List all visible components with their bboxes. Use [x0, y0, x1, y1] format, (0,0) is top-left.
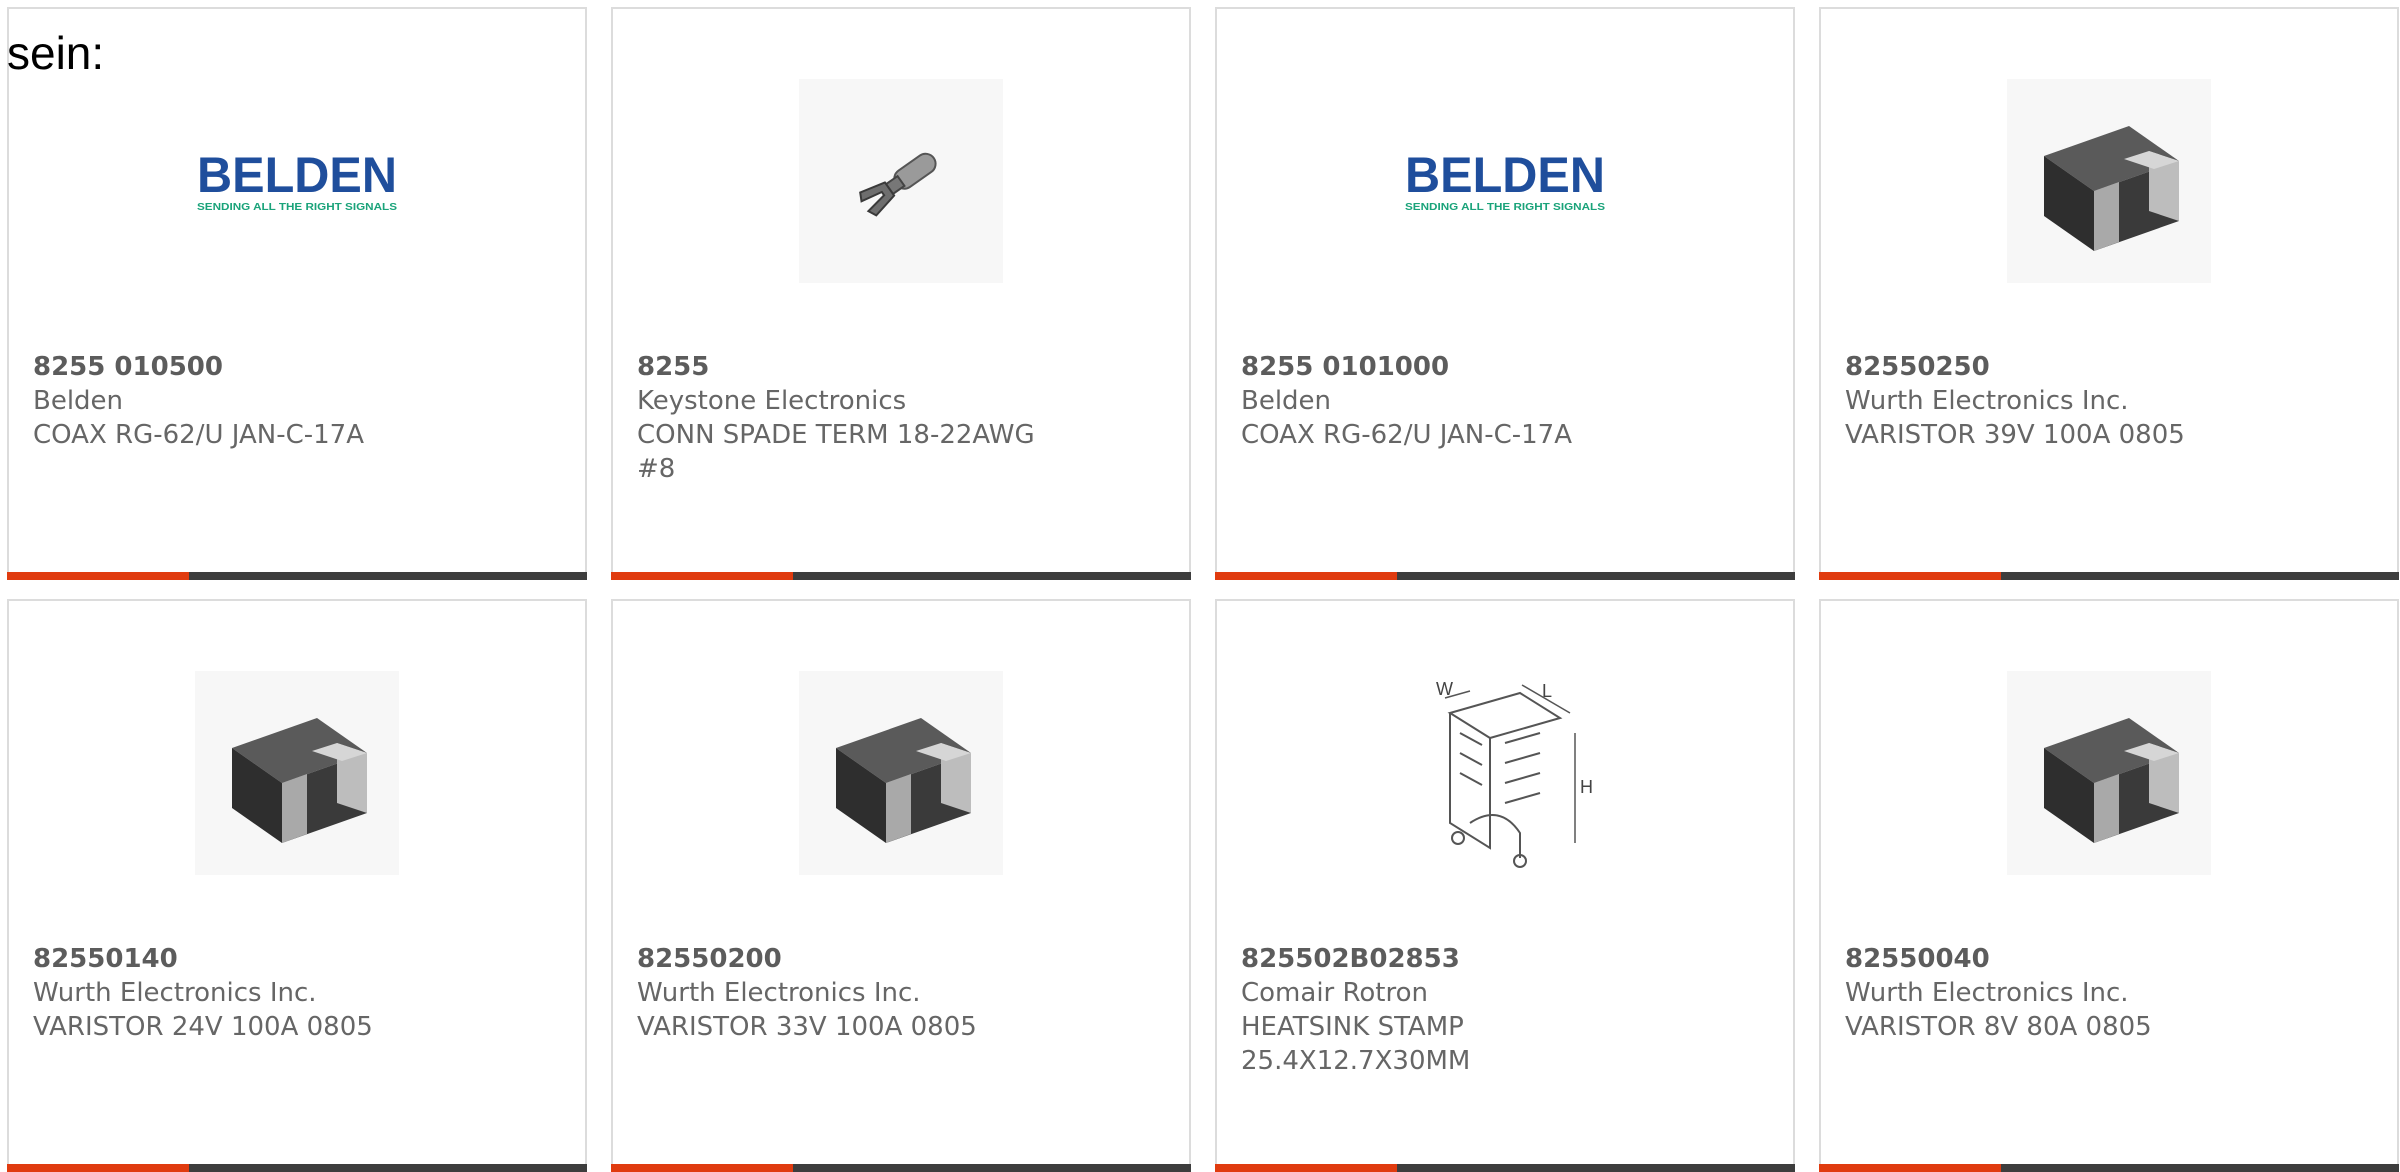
svg-text:SENDING ALL THE RIGHT SIGNALS: SENDING ALL THE RIGHT SIGNALS: [1405, 202, 1605, 213]
product-image: BELDEN SENDING ALL THE RIGHT SIGNALS: [1403, 79, 1607, 283]
part-number[interactable]: 82550040: [1845, 942, 2373, 976]
product-card[interactable]: BELDEN SENDING ALL THE RIGHT SIGNALS 825…: [7, 7, 587, 580]
card-accent-bar: [611, 1164, 793, 1172]
card-footer-bar: [1819, 572, 2399, 580]
smd-chip-icon: [836, 718, 971, 843]
product-image: BELDEN SENDING ALL THE RIGHT SIGNALS: [195, 79, 399, 283]
manufacturer: Wurth Electronics Inc.: [33, 978, 317, 1008]
manufacturer: Wurth Electronics Inc.: [1845, 978, 2129, 1008]
manufacturer: Wurth Electronics Inc.: [1845, 386, 2129, 416]
product-card[interactable]: 8255 Keystone Electronics CONN SPADE TER…: [611, 7, 1191, 580]
part-number[interactable]: 8255 0101000: [1241, 350, 1769, 384]
product-image: [799, 671, 1003, 875]
svg-text:W: W: [1436, 679, 1453, 699]
part-number[interactable]: 825502B02853: [1241, 942, 1769, 976]
product-description: VARISTOR 8V 80A 0805: [1845, 1012, 2152, 1042]
product-description: CONN SPADE TERM 18-22AWG #8: [637, 420, 1035, 484]
product-info: 8255 Keystone Electronics CONN SPADE TER…: [637, 350, 1165, 486]
card-accent-bar: [1215, 572, 1397, 580]
smd-chip-icon: [2044, 718, 2179, 843]
card-footer-bar: [7, 1164, 587, 1172]
manufacturer: Comair Rotron: [1241, 978, 1429, 1008]
product-description: VARISTOR 24V 100A 0805: [33, 1012, 373, 1042]
card-accent-bar: [7, 572, 189, 580]
svg-text:H: H: [1580, 777, 1593, 797]
manufacturer: Belden: [1241, 386, 1332, 416]
card-footer-bar: [1215, 572, 1795, 580]
card-footer-bar: [1819, 1164, 2399, 1172]
product-image: [2007, 671, 2211, 875]
card-accent-bar: [1819, 1164, 2001, 1172]
product-info: 82550140 Wurth Electronics Inc. VARISTOR…: [33, 942, 561, 1044]
svg-text:SENDING ALL THE RIGHT SIGNALS: SENDING ALL THE RIGHT SIGNALS: [197, 202, 397, 213]
product-card[interactable]: 82550140 Wurth Electronics Inc. VARISTOR…: [7, 599, 587, 1172]
smd-chip-icon: [2044, 126, 2179, 251]
card-footer-bar: [611, 1164, 1191, 1172]
svg-text:L: L: [1542, 681, 1552, 701]
product-card[interactable]: 82550200 Wurth Electronics Inc. VARISTOR…: [611, 599, 1191, 1172]
product-image: [195, 671, 399, 875]
product-card[interactable]: 82550250 Wurth Electronics Inc. VARISTOR…: [1819, 7, 2399, 580]
product-image: [2007, 79, 2211, 283]
product-image: [799, 79, 1003, 283]
product-info: 8255 010500 Belden COAX RG-62/U JAN-C-17…: [33, 350, 561, 452]
manufacturer: Wurth Electronics Inc.: [637, 978, 921, 1008]
svg-text:BELDEN: BELDEN: [197, 147, 397, 203]
manufacturer: Belden: [33, 386, 124, 416]
product-description: COAX RG-62/U JAN-C-17A: [33, 420, 364, 450]
product-description: HEATSINK STAMP 25.4X12.7X30MM: [1241, 1012, 1471, 1076]
spade-terminal-icon: [859, 152, 937, 217]
card-footer-bar: [611, 572, 1191, 580]
card-accent-bar: [1215, 1164, 1397, 1172]
part-number[interactable]: 82550200: [637, 942, 1165, 976]
svg-text:BELDEN: BELDEN: [1405, 147, 1605, 203]
card-footer-bar: [1215, 1164, 1795, 1172]
product-info: 8255 0101000 Belden COAX RG-62/U JAN-C-1…: [1241, 350, 1769, 452]
product-info: 825502B02853 Comair Rotron HEATSINK STAM…: [1241, 942, 1769, 1078]
product-info: 82550040 Wurth Electronics Inc. VARISTOR…: [1845, 942, 2373, 1044]
heatsink-drawing-icon: W L H: [1436, 679, 1593, 868]
belden-logo-icon: BELDEN SENDING ALL THE RIGHT SIGNALS: [197, 147, 397, 213]
product-description: VARISTOR 33V 100A 0805: [637, 1012, 977, 1042]
part-number[interactable]: 82550140: [33, 942, 561, 976]
card-accent-bar: [1819, 572, 2001, 580]
page-heading: sein:: [7, 27, 105, 79]
manufacturer: Keystone Electronics: [637, 386, 907, 416]
product-card[interactable]: W L H 825502B02853 Comair Rotron HEATSIN…: [1215, 599, 1795, 1172]
card-footer-bar: [7, 572, 587, 580]
part-number[interactable]: 8255: [637, 350, 1165, 384]
part-number[interactable]: 8255 010500: [33, 350, 561, 384]
product-description: COAX RG-62/U JAN-C-17A: [1241, 420, 1572, 450]
smd-chip-icon: [232, 718, 367, 843]
card-accent-bar: [611, 572, 793, 580]
card-accent-bar: [7, 1164, 189, 1172]
product-card[interactable]: 82550040 Wurth Electronics Inc. VARISTOR…: [1819, 599, 2399, 1172]
product-grid: BELDEN SENDING ALL THE RIGHT SIGNALS 825…: [7, 7, 2399, 1172]
product-image: W L H: [1403, 671, 1607, 875]
belden-logo-icon: BELDEN SENDING ALL THE RIGHT SIGNALS: [1405, 147, 1605, 213]
product-description: VARISTOR 39V 100A 0805: [1845, 420, 2185, 450]
product-info: 82550200 Wurth Electronics Inc. VARISTOR…: [637, 942, 1165, 1044]
product-card[interactable]: BELDEN SENDING ALL THE RIGHT SIGNALS 825…: [1215, 7, 1795, 580]
part-number[interactable]: 82550250: [1845, 350, 2373, 384]
product-info: 82550250 Wurth Electronics Inc. VARISTOR…: [1845, 350, 2373, 452]
